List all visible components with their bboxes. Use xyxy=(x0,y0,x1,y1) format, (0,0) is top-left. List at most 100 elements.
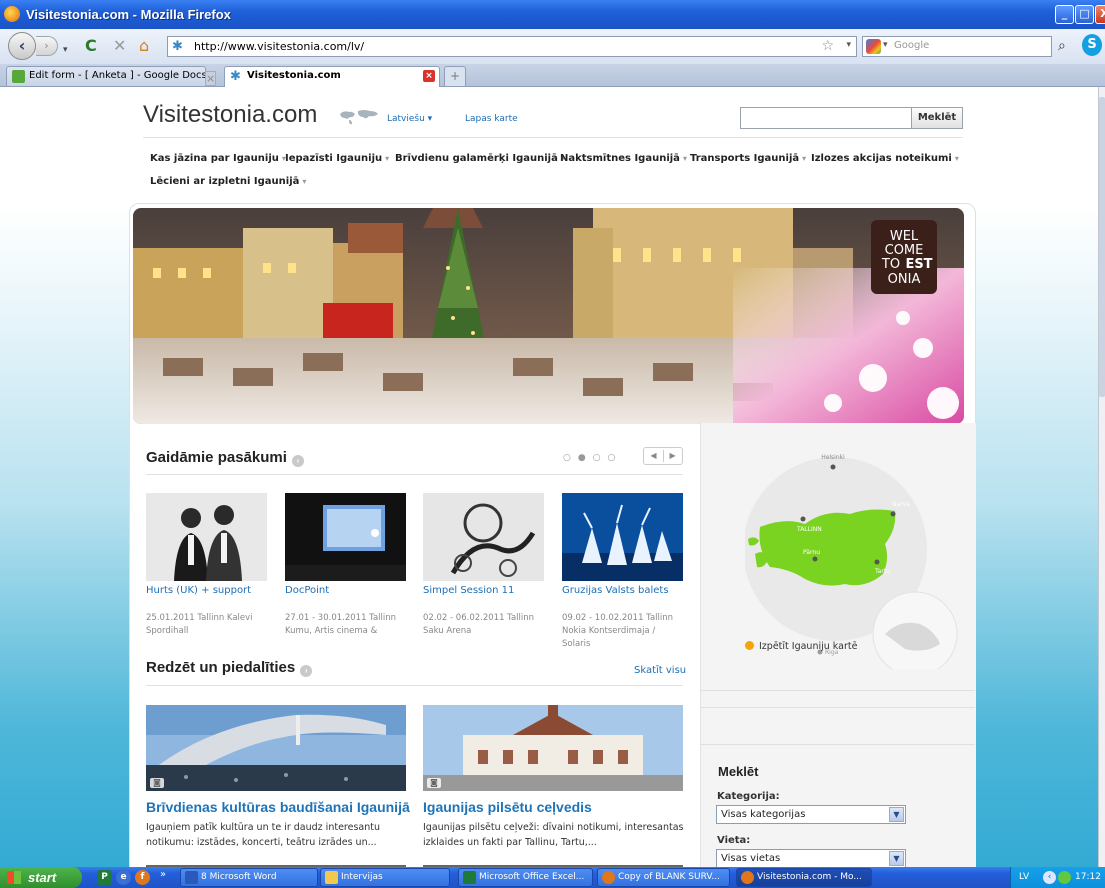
vertical-scrollbar[interactable] xyxy=(1098,87,1105,867)
language-indicator[interactable]: LV xyxy=(1019,867,1029,888)
window-titlebar[interactable]: Visitestonia.com - Mozilla Firefox _ □ X xyxy=(0,0,1105,29)
browser-search-box[interactable]: ▾ Google xyxy=(862,36,1052,57)
firefox-icon xyxy=(741,871,754,884)
taskbar-task-firefox-2[interactable]: Visitestonia.com - Mo... xyxy=(736,868,872,887)
hero-banner[interactable]: WEL COME TO EST ONIA xyxy=(133,208,964,424)
google-docs-icon xyxy=(12,70,25,83)
tab-strip: Edit form - [ Anketa ] - Google Docs × ×… xyxy=(0,64,1105,87)
google-engine-icon[interactable] xyxy=(866,39,881,54)
featured-item-desc: Igaunijas pilsētu ceļveži: dīvaini notik… xyxy=(423,822,684,848)
chevron-down-icon: ▾ xyxy=(302,177,307,186)
folder-icon xyxy=(325,871,338,884)
taskbar-task-firefox-1[interactable]: Copy of BLANK SURV... xyxy=(597,868,730,887)
engine-dropdown-icon[interactable]: ▾ xyxy=(883,40,888,50)
carousel-pager[interactable]: ○●○○ xyxy=(563,453,622,463)
event-title[interactable]: Gruzijas Valsts balets xyxy=(562,585,669,596)
tab-close-icon[interactable]: × xyxy=(205,71,217,86)
taskbar-task-excel[interactable]: Microsoft Office Excel... xyxy=(458,868,593,887)
camera-icon: ◙ xyxy=(150,778,164,788)
skype-icon[interactable]: S xyxy=(1082,34,1102,56)
events-divider xyxy=(146,474,683,475)
minimize-button[interactable]: _ xyxy=(1055,5,1074,24)
site-search-input[interactable] xyxy=(740,107,912,129)
visitestonia-favicon: ✱ xyxy=(230,69,241,84)
nav-item[interactable]: Izlozes akcijas noteikumi ▾ xyxy=(811,153,959,164)
nav-item[interactable]: Naktsmītnes Igaunijā ▾ xyxy=(560,153,687,164)
nav-item[interactable]: Brīvdienu galamērķi Igaunijā ▾ xyxy=(395,153,565,164)
history-dropdown-icon[interactable]: ▾ xyxy=(63,41,68,59)
featured-image-overlay: ◙ xyxy=(423,705,683,791)
events-title[interactable]: Gaidāmie pasākumi › xyxy=(146,449,304,467)
see-all-link[interactable]: Skatīt visu xyxy=(634,665,686,676)
quicklaunch-icon[interactable]: e xyxy=(116,870,131,885)
address-bar[interactable]: ✱ http://www.visitestonia.com/lv/ ☆ ▾ xyxy=(167,36,857,57)
language-selector[interactable]: Latviešu ▾ xyxy=(387,114,432,124)
place-select[interactable]: Visas vietas ▼ xyxy=(716,849,906,867)
forward-button[interactable]: › xyxy=(36,36,58,56)
quicklaunch-expand-icon[interactable]: » xyxy=(160,869,166,880)
event-image[interactable] xyxy=(146,493,267,581)
arrow-right-icon[interactable]: ▶ xyxy=(670,451,676,460)
nav-item[interactable]: Kas jāzina par Igauniju ▾ xyxy=(150,153,286,164)
event-title[interactable]: Simpel Session 11 xyxy=(423,585,514,596)
category-select[interactable]: Visas kategorijas ▼ xyxy=(716,805,906,824)
chevron-down-icon: ▾ xyxy=(954,154,959,163)
taskbar-task-word[interactable]: 8 Microsoft Word xyxy=(180,868,318,887)
chevron-down-icon[interactable]: ▼ xyxy=(889,851,904,866)
tray-status-icon[interactable] xyxy=(1058,871,1071,884)
tray-arrow-icon[interactable]: ‹ xyxy=(1043,871,1056,884)
event-info: 25.01.2011 Tallinn Kalevi Spordihall xyxy=(146,613,253,636)
chevron-down-icon[interactable]: ▼ xyxy=(889,807,904,822)
chevron-down-icon: ▾ xyxy=(682,154,687,163)
map-label-tartu: Tartu xyxy=(874,568,890,575)
url-dropdown-icon[interactable]: ▾ xyxy=(846,40,851,50)
arrow-right-icon: › xyxy=(300,665,313,677)
maximize-button[interactable]: □ xyxy=(1075,5,1094,24)
map-label-tallinn: TALLINN xyxy=(796,526,822,533)
nav-item[interactable]: Lēcieni ar izpletni Igaunijā ▾ xyxy=(150,176,306,187)
tab-google-docs[interactable]: Edit form - [ Anketa ] - Google Docs × xyxy=(6,66,206,86)
carousel-arrows[interactable]: ◀ ▶ xyxy=(643,447,683,465)
clock[interactable]: 17:12 xyxy=(1075,867,1101,888)
back-button[interactable]: ‹ xyxy=(8,32,36,60)
nav-item[interactable]: Iepazīsti Igauniju ▾ xyxy=(285,153,389,164)
event-image[interactable] xyxy=(562,493,683,581)
quicklaunch-icon[interactable]: f xyxy=(135,870,150,885)
reload-icon[interactable]: C xyxy=(85,37,97,55)
explore-map-link[interactable]: Izpētīt Igauniju kartē xyxy=(745,641,857,652)
window-title: Visitestonia.com - Mozilla Firefox xyxy=(26,7,231,22)
search-icon[interactable]: ⌕ xyxy=(1058,38,1066,54)
event-image[interactable] xyxy=(423,493,544,581)
event-title[interactable]: DocPoint xyxy=(285,585,329,596)
badge-line-2: COME xyxy=(885,243,924,258)
windows-taskbar: start P e f » 8 Microsoft Word Intervija… xyxy=(0,867,1105,888)
tab-visitestonia[interactable]: ✱ Visitestonia.com × xyxy=(224,66,440,87)
bookmark-star-icon[interactable]: ☆ xyxy=(821,38,834,54)
site-logo[interactable]: Visitestonia.com xyxy=(143,101,317,129)
stop-icon[interactable]: ✕ xyxy=(113,37,126,55)
badge-line-3: TO xyxy=(881,257,900,272)
arrow-left-icon[interactable]: ◀ xyxy=(650,451,656,460)
quicklaunch-icon[interactable]: P xyxy=(97,870,112,885)
tab-close-icon[interactable]: × xyxy=(423,70,435,82)
event-title[interactable]: Hurts (UK) + support xyxy=(146,585,251,596)
camera-icon: ◙ xyxy=(427,778,441,788)
estonia-map[interactable]: Helsinki TALLINN Narva Pärnu Tartu Riga xyxy=(745,439,965,669)
nav-item[interactable]: Transports Igaunijā ▾ xyxy=(690,153,806,164)
home-icon[interactable]: ⌂ xyxy=(139,37,149,55)
close-button[interactable]: X xyxy=(1095,5,1105,24)
featured-title[interactable]: Redzēt un piedalīties › xyxy=(146,659,313,677)
featured-divider xyxy=(146,685,683,686)
new-tab-button[interactable]: + xyxy=(444,66,466,86)
taskbar-task-folder[interactable]: Intervijas xyxy=(320,868,450,887)
start-button[interactable]: start xyxy=(0,867,82,888)
sitemap-link[interactable]: Lapas karte xyxy=(465,114,518,124)
site-identity-icon[interactable]: ✱ xyxy=(172,39,183,54)
scrollbar-thumb[interactable] xyxy=(1099,97,1105,397)
url-text[interactable]: http://www.visitestonia.com/lv/ xyxy=(194,40,364,53)
featured-item-title[interactable]: Brīvdienas kultūras baudīšanai Igaunijā xyxy=(146,799,410,815)
event-image[interactable] xyxy=(285,493,406,581)
header-divider xyxy=(143,137,963,138)
featured-item-title[interactable]: Igaunijas pilsētu ceļvedis xyxy=(423,799,592,815)
site-search-button[interactable]: Meklēt xyxy=(912,107,963,129)
